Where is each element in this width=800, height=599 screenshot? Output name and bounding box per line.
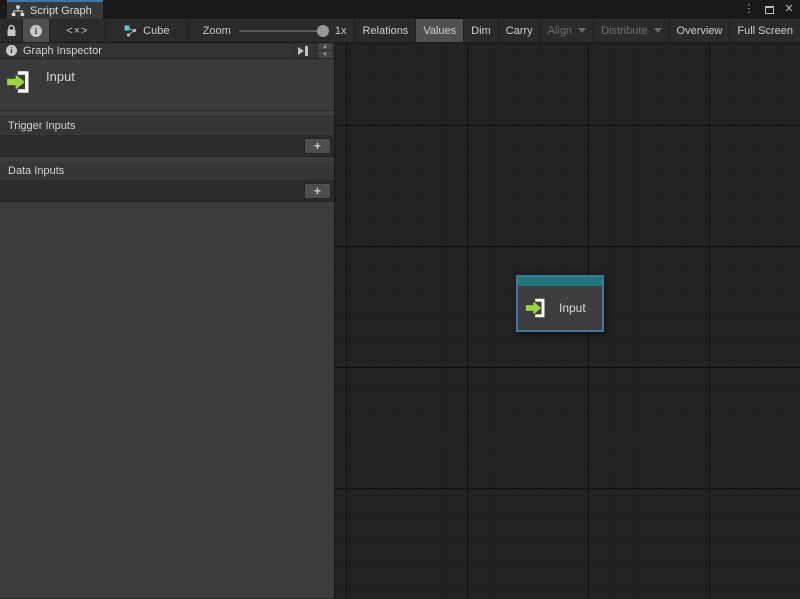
main-area: i Graph Inspector ▲ ▼ xyxy=(0,43,800,599)
script-graph-window: Script Graph ⋮ ✕ i <×> xyxy=(0,0,800,599)
panel-spinner: ▲ ▼ xyxy=(317,43,332,58)
spinner-down-button[interactable]: ▼ xyxy=(318,51,332,58)
values-button[interactable]: Values xyxy=(416,19,464,42)
code-preview-button[interactable]: <×> xyxy=(50,19,106,42)
graph-inspector-header: i Graph Inspector ▲ ▼ xyxy=(0,43,334,59)
inspector-toggle-button[interactable]: i xyxy=(23,19,50,42)
zoom-label: Zoom xyxy=(203,25,231,37)
trigger-inputs-header: Trigger Inputs xyxy=(0,117,334,136)
graph-toolbar: i <×> Cube Zoom 1x Rel xyxy=(0,19,800,43)
selected-unit-summary: Input xyxy=(0,59,334,111)
info-icon: i xyxy=(6,45,17,56)
zoom-slider-track xyxy=(239,30,327,32)
trigger-inputs-list: + xyxy=(0,136,334,157)
node-title: Input xyxy=(559,301,586,315)
input-node-header[interactable] xyxy=(518,277,602,286)
tab-title: Script Graph xyxy=(30,5,92,17)
dropdown-arrow-icon xyxy=(654,28,662,33)
carry-button[interactable]: Carry xyxy=(499,19,541,42)
relations-button[interactable]: Relations xyxy=(355,19,416,42)
zoom-control: Zoom 1x xyxy=(189,19,356,42)
distribute-dropdown[interactable]: Distribute xyxy=(594,19,669,42)
tab-script-graph[interactable]: Script Graph xyxy=(7,0,103,19)
graph-target-button[interactable]: Cube xyxy=(106,19,189,42)
dock-arrow-icon xyxy=(298,47,304,55)
input-node[interactable]: Input xyxy=(516,275,604,332)
window-close-icon[interactable]: ✕ xyxy=(782,3,796,17)
unit-title: Input xyxy=(46,69,75,84)
overview-button[interactable]: Overview xyxy=(670,19,731,42)
input-unit-icon xyxy=(6,67,36,97)
graph-target-label: Cube xyxy=(143,25,169,37)
lock-icon xyxy=(6,24,17,37)
data-inputs-list: + xyxy=(0,181,334,202)
input-unit-icon xyxy=(525,295,551,321)
add-trigger-input-button[interactable]: + xyxy=(304,138,331,154)
dim-button[interactable]: Dim xyxy=(464,19,499,42)
zoom-value: 1x xyxy=(335,25,347,37)
dock-panel-button[interactable] xyxy=(294,43,311,58)
add-data-input-button[interactable]: + xyxy=(304,183,331,199)
script-graph-asset-icon xyxy=(124,25,137,37)
graph-inspector-panel: i Graph Inspector ▲ ▼ xyxy=(0,43,335,599)
window-maximize-icon[interactable] xyxy=(762,3,776,17)
spinner-up-button[interactable]: ▲ xyxy=(318,43,332,51)
zoom-slider[interactable] xyxy=(239,25,327,37)
info-icon: i xyxy=(30,25,42,37)
code-icon: <×> xyxy=(66,25,88,37)
toolbar-right-group: Relations Values Dim Carry Align Distrib… xyxy=(355,19,800,42)
lock-button[interactable] xyxy=(0,19,23,42)
graph-inspector-title: Graph Inspector xyxy=(23,45,288,57)
zoom-slider-thumb[interactable] xyxy=(317,25,329,37)
dropdown-arrow-icon xyxy=(578,28,586,33)
full-screen-button[interactable]: Full Screen xyxy=(730,19,800,42)
align-dropdown[interactable]: Align xyxy=(541,19,594,42)
input-node-body: Input xyxy=(518,286,602,330)
graph-hierarchy-icon xyxy=(11,5,25,17)
data-inputs-header: Data Inputs xyxy=(0,162,334,181)
tab-bar: Script Graph ⋮ ✕ xyxy=(0,0,800,19)
window-menu-icon[interactable]: ⋮ xyxy=(742,3,756,17)
graph-canvas[interactable]: Input xyxy=(335,43,800,599)
window-controls: ⋮ ✕ xyxy=(742,0,796,19)
inspector-empty-space xyxy=(0,202,334,599)
